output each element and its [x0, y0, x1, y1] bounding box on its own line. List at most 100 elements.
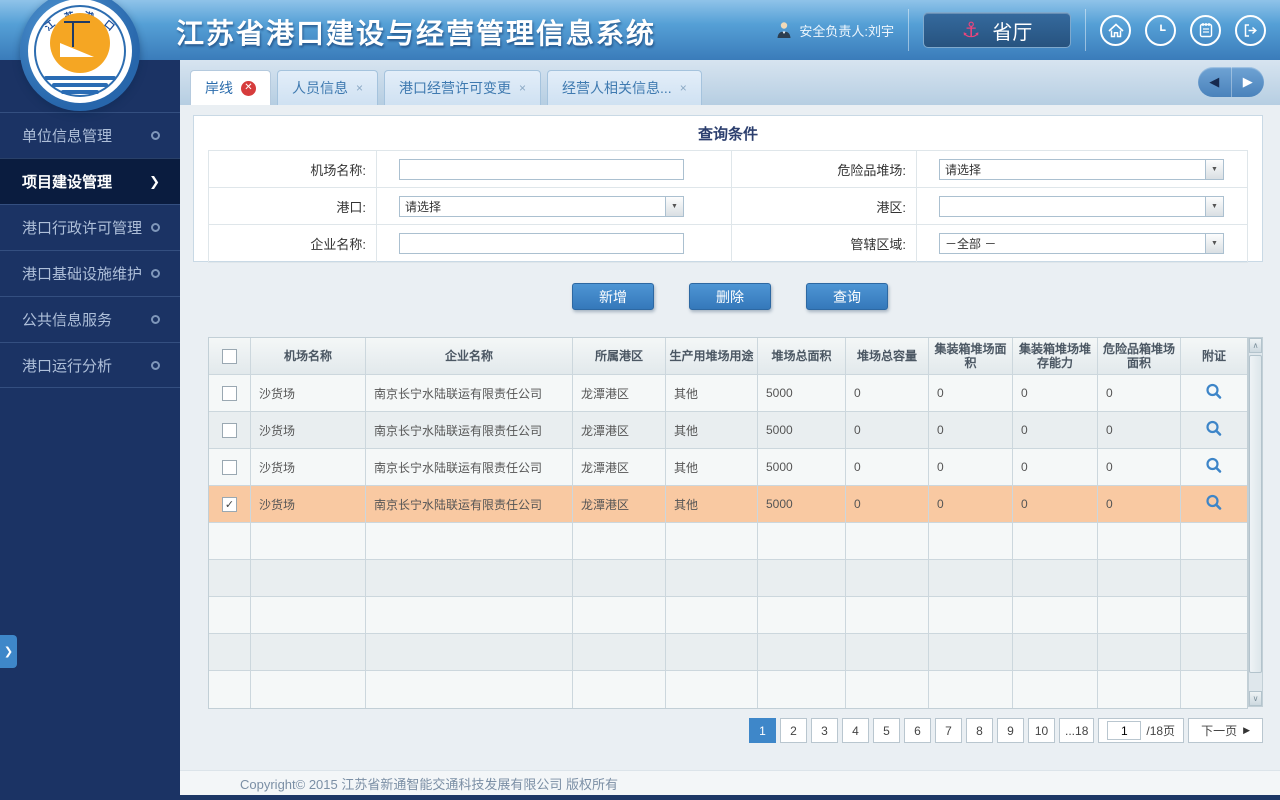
table-row[interactable]: 沙货场 南京长宁水陆联运有限责任公司 龙潭港区 其他 5000 0 0 0 0 [209, 412, 1247, 449]
history-button[interactable] [1145, 14, 1176, 46]
table-scrollbar[interactable]: ∧ ∨ [1248, 337, 1263, 707]
empty-table-row [209, 560, 1247, 597]
tab-item[interactable]: 人员信息 × [277, 70, 379, 105]
tab-close-icon[interactable]: × [356, 82, 363, 94]
select-all-checkbox[interactable] [222, 348, 237, 364]
tab-scroll-left-button[interactable]: ◀ [1198, 67, 1232, 97]
page-button[interactable]: 9 [997, 718, 1025, 743]
search-button[interactable]: 查询 [806, 283, 888, 310]
home-button[interactable] [1100, 14, 1131, 46]
header-divider [908, 9, 909, 51]
sidebar-collapse-handle[interactable]: ❯ [0, 635, 17, 668]
table-cell: 南京长宁水陆联运有限责任公司 [366, 486, 573, 522]
tab-close-icon[interactable]: × [519, 82, 526, 94]
row-checkbox[interactable]: ✓ [222, 496, 237, 512]
empty-cell [366, 634, 573, 670]
page-button[interactable]: 6 [904, 718, 932, 743]
table-cell: 5000 [758, 375, 846, 411]
circle-icon [151, 360, 160, 370]
table-cell: 沙货场 [251, 375, 366, 411]
sidebar-item[interactable]: 港口运行分析 [0, 342, 180, 388]
tab-strip: 岸线 ✕ 人员信息 × 港口经营许可变更 × 经营人相关信息... × ◀ ▶ [180, 60, 1280, 105]
select-value: 请选择 [405, 199, 442, 214]
notes-button[interactable] [1190, 14, 1221, 46]
user-icon [777, 22, 791, 38]
tab-close-icon[interactable]: ✕ [241, 80, 256, 96]
enterprise-name-input[interactable] [399, 233, 684, 254]
page-jump-box: /18页 [1098, 718, 1185, 743]
page-button[interactable]: 7 [935, 718, 963, 743]
page-button[interactable]: 5 [873, 718, 901, 743]
yard-name-input[interactable] [399, 158, 684, 180]
view-attachment-icon[interactable] [1204, 419, 1224, 442]
empty-cell [573, 560, 666, 596]
dept-button[interactable]: ⚓ 省厅 [923, 12, 1071, 48]
tab-item[interactable]: 经营人相关信息... × [547, 70, 702, 105]
table-header-row: 机场名称 企业名称 所属港区 生产用堆场用途 堆场总面积 堆场总容量 集装箱堆场面积 集装箱堆… [209, 338, 1247, 375]
page-button[interactable]: 8 [966, 718, 994, 743]
sidebar-item[interactable]: 项目建设管理 [0, 158, 180, 204]
row-checkbox[interactable] [222, 422, 237, 438]
page-button[interactable]: 2 [780, 718, 808, 743]
next-page-button[interactable]: 下一页 ▶ [1188, 718, 1263, 743]
table-cell: 0 [929, 412, 1013, 448]
table-cell: 0 [1013, 375, 1098, 411]
row-checkbox[interactable] [222, 459, 237, 475]
tab-close-icon[interactable]: × [680, 82, 687, 94]
table-cell: 0 [1098, 375, 1181, 411]
sidebar-item[interactable]: 港口基础设施维护 [0, 250, 180, 296]
table-cell: 0 [1098, 449, 1181, 485]
left-arrow-icon: ◀ [1209, 74, 1220, 89]
view-attachment-icon[interactable] [1204, 456, 1224, 479]
page-number-input[interactable] [1107, 721, 1142, 740]
sidebar-item[interactable]: 公共信息服务 [0, 296, 180, 342]
table-row[interactable]: 沙货场 南京长宁水陆联运有限责任公司 龙潭港区 其他 5000 0 0 0 0 [209, 449, 1247, 486]
view-attachment-icon[interactable] [1204, 493, 1224, 516]
tab-scroll-right-button[interactable]: ▶ [1232, 67, 1265, 97]
column-header: 集装箱堆场堆存能力 [1013, 338, 1098, 374]
view-attachment-icon[interactable] [1204, 382, 1224, 405]
table-row[interactable]: 沙货场 南京长宁水陆联运有限责任公司 龙潭港区 其他 5000 0 0 0 0 [209, 375, 1247, 412]
empty-cell [1098, 523, 1181, 559]
empty-cell [209, 634, 251, 670]
empty-cell [929, 597, 1013, 633]
dangerous-goods-yard-select[interactable]: 请选择 ▼ [939, 158, 1224, 180]
sidebar-item[interactable]: 单位信息管理 [0, 112, 180, 158]
delete-button[interactable]: 删除 [689, 283, 771, 310]
empty-cell [209, 597, 251, 633]
logout-button[interactable] [1235, 14, 1266, 46]
empty-cell [846, 671, 929, 708]
page-button[interactable]: 10 [1028, 718, 1056, 743]
tab-item[interactable]: 港口经营许可变更 × [384, 70, 542, 105]
scrollbar-thumb[interactable] [1249, 355, 1262, 673]
jurisdiction-select[interactable]: －全部 － ▼ [939, 233, 1224, 254]
page-button[interactable]: ...18 [1059, 718, 1095, 743]
page-button[interactable]: 1 [749, 718, 777, 743]
next-page-arrow-icon: ▶ [1243, 725, 1250, 735]
page-button[interactable]: 4 [842, 718, 870, 743]
port-select[interactable]: 请选择 ▼ [399, 195, 684, 217]
add-button[interactable]: 新增 [572, 283, 654, 310]
sidebar-item[interactable]: 港口行政许可管理 [0, 204, 180, 250]
empty-cell [1098, 634, 1181, 670]
tab-scroll-nav: ◀ ▶ [1198, 67, 1264, 97]
tab-active[interactable]: 岸线 ✕ [190, 70, 271, 105]
select-value: 请选择 [945, 162, 982, 177]
column-header: 堆场总面积 [758, 338, 846, 374]
empty-cell [1013, 523, 1098, 559]
logo-waves [42, 73, 118, 97]
table-cell: 龙潭港区 [573, 449, 666, 485]
scroll-up-button[interactable]: ∧ [1249, 338, 1262, 353]
query-panel-title: 查询条件 [697, 126, 758, 143]
page-button[interactable]: 3 [811, 718, 839, 743]
row-checkbox-cell: ✓ [209, 486, 251, 522]
clock-icon [1159, 24, 1166, 32]
table-cell: 0 [846, 412, 929, 448]
port-area-select[interactable]: ▼ [939, 195, 1224, 217]
empty-cell [758, 597, 846, 633]
app-logo: 江 苏 港 口 [20, 0, 140, 111]
row-checkbox[interactable] [222, 385, 237, 401]
scroll-down-button[interactable]: ∨ [1249, 691, 1262, 706]
empty-table-row [209, 671, 1247, 708]
table-row[interactable]: ✓ 沙货场 南京长宁水陆联运有限责任公司 龙潭港区 其他 5000 0 0 0 0 [209, 486, 1247, 523]
